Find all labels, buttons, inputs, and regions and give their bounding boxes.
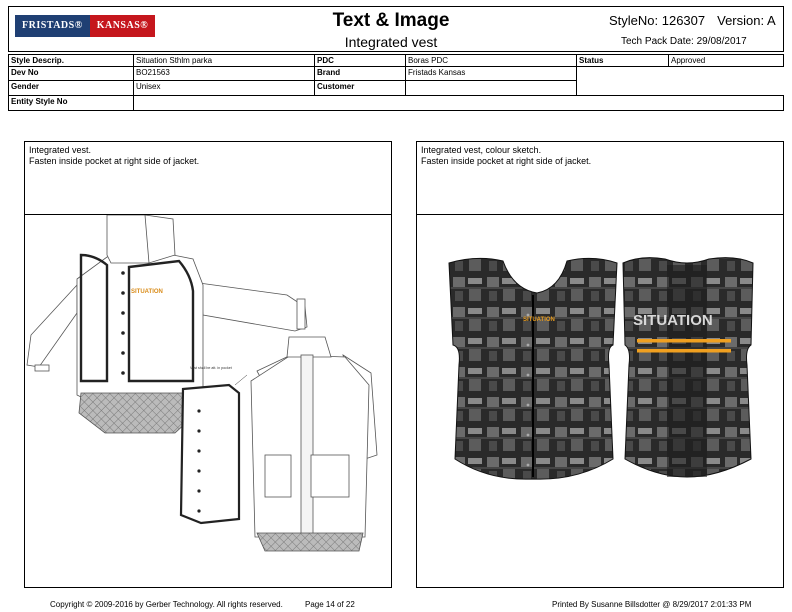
- left-panel-description: Integrated vest. Fasten inside pocket at…: [25, 142, 391, 215]
- style-no-value: StyleNo: 126307: [609, 13, 706, 28]
- left-panel: Integrated vest. Fasten inside pocket at…: [24, 141, 392, 588]
- dev-no-label: Dev No: [8, 66, 134, 81]
- entity-style-no-label: Entity Style No: [8, 95, 134, 111]
- right-desc-line1: Integrated vest, colour sketch.: [421, 145, 542, 155]
- entity-style-no-value: [133, 95, 784, 111]
- left-sleeve: [26, 283, 78, 368]
- vest-back: SITUATION: [622, 257, 754, 478]
- footer-page: Page 14 of 22: [305, 600, 355, 609]
- customer-label: Customer: [314, 80, 406, 96]
- right-panel-description: Integrated vest, colour sketch. Fasten i…: [417, 142, 783, 215]
- tech-pack-date: Tech Pack Date: 29/08/2017: [621, 36, 747, 47]
- customer-value: [405, 80, 577, 96]
- right-panel: Integrated vest, colour sketch. Fasten i…: [416, 141, 784, 588]
- sketch-note-label: Vest shall be att. in pocket: [190, 366, 232, 370]
- style-number: StyleNo: 126307 Version: A: [609, 13, 776, 28]
- vest-colour-svg: SITUATION SITUATION: [448, 257, 754, 480]
- vest-front: SITUATION: [448, 257, 618, 480]
- left-desc-line1: Integrated vest.: [29, 145, 92, 155]
- title-block: Text & Image Integrated vest: [281, 7, 501, 51]
- brand-value: Fristads Kansas: [405, 66, 577, 81]
- back-brand-label: SITUATION: [633, 312, 713, 329]
- version-value: Version: A: [717, 13, 776, 28]
- left-desc-line2: Fasten inside pocket at right side of ja…: [29, 156, 200, 166]
- dev-no-value: BO21563: [133, 66, 315, 81]
- right-sleeve: [198, 282, 308, 332]
- brand-label: Brand: [314, 66, 406, 81]
- sketch-brand-label: SITUATION: [131, 289, 163, 295]
- logo-fristads: FRISTADS®: [15, 15, 90, 37]
- footer-copyright: Copyright © 2009-2016 by Gerber Technolo…: [50, 600, 283, 609]
- footer-printed-by: Printed By Susanne Billsdotter @ 8/29/20…: [552, 600, 752, 609]
- logo-kansas: KANSAS®: [89, 15, 156, 37]
- colour-sketch: SITUATION SITUATION: [417, 215, 783, 587]
- brand-logo: FRISTADS® KANSAS®: [15, 15, 156, 37]
- technical-sketch: SITUATION Vest shall be att. in pocket: [25, 215, 391, 587]
- jacket-sketch-svg: SITUATION Vest shall be att. in pocket: [26, 215, 378, 552]
- page-subtitle: Integrated vest: [344, 34, 438, 50]
- gender-value: Unisex: [133, 80, 315, 96]
- status-value: Approved: [668, 54, 784, 67]
- front-brand-label: SITUATION: [523, 317, 555, 323]
- page-header: FRISTADS® KANSAS® Text & Image Integrate…: [8, 6, 784, 52]
- page-title: Text & Image: [332, 10, 450, 31]
- right-desc-line2: Fasten inside pocket at right side of ja…: [421, 156, 592, 166]
- status-label: Status: [576, 54, 669, 67]
- gender-label: Gender: [8, 80, 134, 96]
